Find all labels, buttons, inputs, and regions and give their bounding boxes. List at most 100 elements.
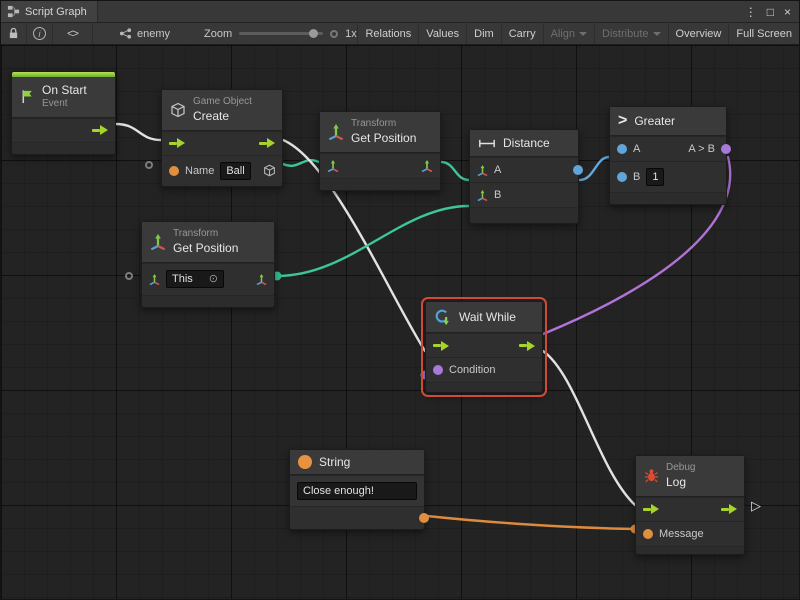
node-game-object-create[interactable]: Game Object Create Name Ball — [161, 89, 283, 187]
name-field[interactable]: Ball — [220, 162, 250, 180]
transform-input-port[interactable] — [149, 274, 160, 285]
wire-string-to-message — [427, 516, 635, 529]
window-controls: ⋮ □ × — [745, 5, 799, 19]
flow-output-port[interactable] — [721, 504, 737, 514]
chevron-down-icon — [579, 32, 587, 36]
string-icon — [298, 455, 312, 469]
dim-button[interactable]: Dim — [466, 23, 501, 44]
title-bar: Script Graph ⋮ □ × — [1, 1, 799, 23]
node-category: Transform — [173, 228, 238, 241]
node-category: Game Object — [193, 96, 252, 109]
zoom-reset-icon[interactable] — [330, 30, 338, 38]
port-label: A — [633, 143, 640, 155]
flow-output-port[interactable] — [259, 138, 275, 148]
transform-icon — [328, 124, 344, 140]
flow-output-port[interactable] — [92, 125, 108, 135]
unconnected-port-circle[interactable] — [125, 272, 133, 280]
node-category: Debug — [666, 462, 695, 475]
node-get-position-top[interactable]: Transform Get Position — [319, 111, 441, 191]
condition-input-port[interactable] — [433, 365, 443, 375]
target-picker-icon[interactable]: ⊙ — [209, 272, 218, 286]
cube-icon — [170, 102, 186, 118]
wire-create-to-getposition — [283, 160, 319, 166]
code-icon: <> — [67, 28, 78, 40]
flow-output-port[interactable] — [519, 341, 535, 351]
node-greater[interactable]: > Greater A A > B B 1 — [609, 106, 727, 205]
node-debug-log[interactable]: Debug Log Message — [635, 455, 745, 555]
node-title: On Start — [42, 83, 87, 98]
graph-name[interactable]: enemy — [119, 27, 170, 40]
zoom-slider[interactable] — [239, 32, 323, 35]
string-input-port[interactable] — [169, 166, 179, 176]
port-label: Name — [185, 165, 214, 177]
flow-input-port[interactable] — [169, 138, 185, 148]
relations-button[interactable]: Relations — [357, 23, 418, 44]
vector3-output-port[interactable] — [421, 160, 433, 172]
node-title: Greater — [634, 114, 675, 128]
b-value-field[interactable]: 1 — [646, 168, 664, 186]
string-value-field[interactable]: Close enough! — [297, 482, 417, 500]
value-input-port[interactable] — [617, 144, 627, 154]
node-title: Wait While — [459, 310, 516, 324]
string-output-port[interactable] — [419, 513, 429, 523]
flag-icon — [20, 89, 35, 104]
float-output-port[interactable] — [573, 165, 583, 175]
zoom-value: 1x — [345, 28, 357, 40]
zoom-slider-handle[interactable] — [309, 29, 318, 38]
wire-getposition-to-distance-a — [441, 162, 469, 180]
wait-while-icon — [434, 308, 452, 326]
graph-name-label: enemy — [137, 28, 170, 40]
target-dropdown[interactable]: This ⊙ — [166, 270, 224, 288]
message-input-port[interactable] — [643, 529, 653, 539]
full-screen-button[interactable]: Full Screen — [728, 23, 799, 44]
carry-button[interactable]: Carry — [501, 23, 543, 44]
game-object-output-port[interactable] — [263, 164, 276, 177]
port-label: A — [494, 164, 501, 176]
port-label: B — [494, 189, 501, 201]
node-title: Get Position — [173, 241, 238, 256]
overview-button[interactable]: Overview — [668, 23, 729, 44]
wire-distance-to-greater — [580, 157, 609, 180]
node-distance[interactable]: Distance A B — [469, 129, 579, 224]
node-string[interactable]: String Close enough! — [289, 449, 425, 530]
node-on-start-event[interactable]: On Start Event — [11, 71, 116, 155]
flow-input-port[interactable] — [433, 341, 449, 351]
edit-source-button[interactable]: <> — [53, 23, 93, 44]
vector3-input-port[interactable] — [477, 190, 488, 201]
tab-script-graph[interactable]: Script Graph — [1, 1, 98, 22]
script-graph-window: Script Graph ⋮ □ × i <> enemy — [0, 0, 800, 600]
play-triangle-icon: ▷ — [751, 498, 761, 514]
distribute-button[interactable]: Distribute — [594, 23, 667, 44]
bool-output-port[interactable] — [721, 144, 731, 154]
node-get-position-bottom[interactable]: Transform Get Position This ⊙ — [141, 221, 275, 308]
node-title: Create — [193, 109, 252, 124]
align-button[interactable]: Align — [543, 23, 594, 44]
transform-input-port[interactable] — [327, 160, 339, 172]
result-label: A > B — [688, 143, 715, 155]
menu-icon[interactable]: ⋮ — [745, 5, 757, 19]
greater-icon: > — [618, 113, 627, 129]
port-label: B — [633, 171, 640, 183]
zoom-control: Zoom 1x — [204, 28, 357, 40]
maximize-icon[interactable]: □ — [767, 5, 774, 19]
close-icon[interactable]: × — [784, 5, 791, 19]
port-label: Condition — [449, 364, 495, 376]
values-button[interactable]: Values — [418, 23, 466, 44]
zoom-label: Zoom — [204, 28, 232, 40]
wire-getposition-to-distance-b — [277, 206, 469, 276]
unconnected-port-circle[interactable] — [145, 161, 153, 169]
transform-icon — [150, 234, 166, 250]
graph-canvas[interactable]: On Start Event Game Object Create — [1, 45, 800, 600]
info-icon: i — [33, 27, 46, 40]
node-wait-while[interactable]: Wait While Condition — [425, 301, 543, 393]
info-button[interactable]: i — [27, 23, 53, 44]
vector3-input-port[interactable] — [477, 165, 488, 176]
flow-input-port[interactable] — [643, 504, 659, 514]
node-title: String — [319, 455, 350, 469]
value-input-port[interactable] — [617, 172, 627, 182]
port-label: Message — [659, 528, 704, 540]
lock-button[interactable] — [1, 23, 27, 44]
lock-icon — [8, 27, 19, 40]
window-title: Script Graph — [25, 6, 87, 18]
vector3-output-port[interactable] — [256, 274, 267, 285]
